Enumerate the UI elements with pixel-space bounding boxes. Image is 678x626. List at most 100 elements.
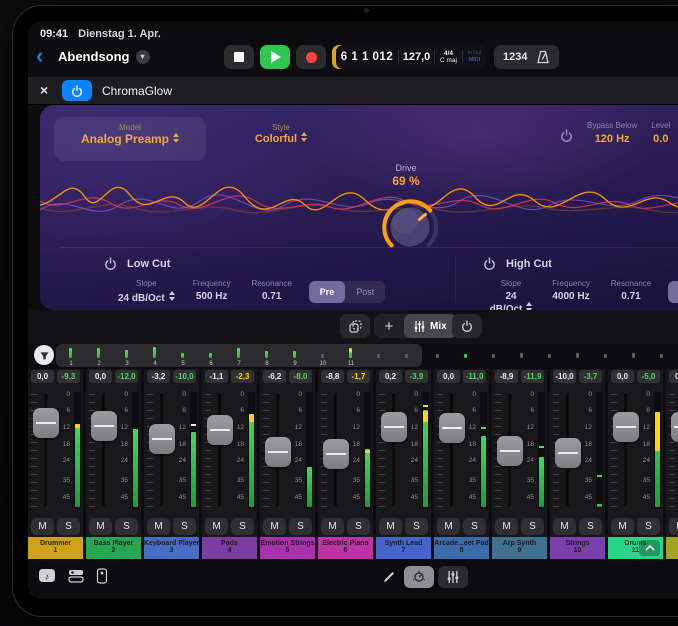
- solo-button[interactable]: S: [231, 518, 254, 535]
- low-cut-power-icon[interactable]: [104, 257, 117, 270]
- track-label[interactable]: Electric Piano 6: [318, 537, 373, 559]
- fader-handle[interactable]: [439, 413, 465, 443]
- overview-offscreen-tracks[interactable]: [432, 344, 678, 367]
- track-label[interactable]: Drums 11: [608, 537, 663, 559]
- fader-handle[interactable]: [497, 436, 523, 466]
- fader-handle[interactable]: [555, 438, 581, 468]
- volume-value[interactable]: 0,0: [611, 370, 634, 383]
- mute-button[interactable]: M: [89, 518, 112, 535]
- back-chevron-icon[interactable]: ‹: [36, 43, 43, 69]
- low-cut-pre-post-segment[interactable]: Pre Post: [309, 281, 386, 303]
- low-cut-frequency[interactable]: Frequency 500 Hz: [189, 279, 235, 302]
- level-control[interactable]: Level 0.0: [651, 121, 670, 145]
- low-cut-resonance[interactable]: Resonance 0.71: [249, 279, 295, 302]
- solo-button[interactable]: S: [173, 518, 196, 535]
- count-in-button[interactable]: 1234: [503, 51, 527, 63]
- peak-level-value[interactable]: -3,9: [405, 370, 428, 383]
- fader-handle[interactable]: [33, 408, 59, 438]
- volume-value[interactable]: 0,0: [437, 370, 460, 383]
- add-button[interactable]: +: [374, 318, 404, 335]
- peak-level-value[interactable]: -3,7: [579, 370, 602, 383]
- play-button[interactable]: [260, 45, 290, 69]
- solo-button[interactable]: S: [521, 518, 544, 535]
- peak-level-value[interactable]: -12,0: [115, 370, 138, 383]
- loop-browser-icon[interactable]: ♪: [38, 568, 56, 589]
- mixer-power-button[interactable]: [452, 314, 482, 338]
- chevron-down-icon[interactable]: ▾: [136, 50, 150, 64]
- fader-handle[interactable]: [381, 412, 407, 442]
- volume-value[interactable]: -8,9: [495, 370, 518, 383]
- peak-level-value[interactable]: -8,0: [289, 370, 312, 383]
- fader-handle[interactable]: [323, 439, 349, 469]
- track-label[interactable]: Chorus V 12: [666, 537, 678, 559]
- fader-handle[interactable]: [207, 415, 233, 445]
- close-icon[interactable]: ×: [40, 82, 48, 98]
- high-cut-power-icon[interactable]: [483, 257, 496, 270]
- project-title[interactable]: Abendsong ▾: [58, 49, 150, 64]
- mute-button[interactable]: M: [147, 518, 170, 535]
- mute-button[interactable]: M: [553, 518, 576, 535]
- collapse-chevron-button[interactable]: [639, 540, 660, 556]
- drive-knob[interactable]: [374, 195, 446, 263]
- solo-button[interactable]: S: [289, 518, 312, 535]
- mute-button[interactable]: M: [495, 518, 518, 535]
- track-label[interactable]: Pads 4: [202, 537, 257, 559]
- track-label[interactable]: Emotion Strings 5: [260, 537, 315, 559]
- peak-level-value[interactable]: -2,3: [231, 370, 254, 383]
- peak-level-value[interactable]: -5,0: [637, 370, 660, 383]
- plugin-tiles-icon[interactable]: [68, 568, 84, 589]
- channel-controls-button[interactable]: [404, 566, 434, 588]
- track-label[interactable]: Keyboard Player 3: [144, 537, 199, 559]
- model-selector[interactable]: Model Analog Preamp: [54, 117, 206, 161]
- pre-option[interactable]: Pre: [668, 281, 678, 303]
- peak-level-value[interactable]: -11,9: [521, 370, 544, 383]
- mute-button[interactable]: M: [379, 518, 402, 535]
- solo-button[interactable]: S: [579, 518, 602, 535]
- volume-value[interactable]: 0,0: [31, 370, 54, 383]
- peak-level-value[interactable]: -9,3: [57, 370, 80, 383]
- volume-value[interactable]: -1,1: [205, 370, 228, 383]
- track-label[interactable]: Arcade...eet Pad 8: [434, 537, 489, 559]
- overview-visible-window[interactable]: 1234567891011: [56, 344, 422, 367]
- track-label[interactable]: Arp Synth 9: [492, 537, 547, 559]
- stop-button[interactable]: [224, 45, 254, 69]
- record-button[interactable]: [296, 45, 326, 69]
- solo-button[interactable]: S: [463, 518, 486, 535]
- track-label[interactable]: Drummer 1: [28, 537, 83, 559]
- volume-value[interactable]: -3,2: [147, 370, 170, 383]
- peak-level-value[interactable]: -10,0: [173, 370, 196, 383]
- high-cut-slope[interactable]: Slope 24 dB/Oct: [488, 279, 534, 310]
- high-cut-resonance[interactable]: Resonance 0.71: [608, 279, 654, 302]
- mute-button[interactable]: M: [263, 518, 286, 535]
- volume-value[interactable]: 0,0: [89, 370, 112, 383]
- high-cut-frequency[interactable]: Frequency 4000 Hz: [548, 279, 594, 302]
- peak-level-value[interactable]: -1,7: [347, 370, 370, 383]
- fader-handle[interactable]: [265, 437, 291, 467]
- peak-level-value[interactable]: -11,0: [463, 370, 486, 383]
- solo-button[interactable]: S: [57, 518, 80, 535]
- track-label[interactable]: Bass Player 2: [86, 537, 141, 559]
- mix-button[interactable]: Mix: [404, 314, 457, 338]
- bypass-power-icon[interactable]: [560, 129, 573, 142]
- mute-button[interactable]: M: [205, 518, 228, 535]
- metronome-icon[interactable]: [536, 50, 550, 64]
- fader-handle[interactable]: [91, 411, 117, 441]
- pre-option[interactable]: Pre: [309, 281, 346, 303]
- mute-button[interactable]: M: [321, 518, 344, 535]
- fader-handle[interactable]: [671, 412, 678, 442]
- pencil-icon[interactable]: [382, 570, 396, 589]
- post-option[interactable]: Post: [345, 281, 385, 303]
- fader-handle[interactable]: [613, 412, 639, 442]
- volume-value[interactable]: -10,0: [553, 370, 576, 383]
- mute-button[interactable]: M: [437, 518, 460, 535]
- fader-strip-icon[interactable]: [96, 568, 108, 589]
- filter-button[interactable]: [34, 345, 54, 365]
- fader-handle[interactable]: [149, 424, 175, 454]
- volume-value[interactable]: -8,8: [321, 370, 344, 383]
- track-label[interactable]: Strings 10: [550, 537, 605, 559]
- volume-value[interactable]: 0,2: [379, 370, 402, 383]
- mixer-view-button[interactable]: [438, 566, 468, 588]
- volume-value[interactable]: 0,0: [669, 370, 678, 383]
- mute-button[interactable]: M: [31, 518, 54, 535]
- track-label[interactable]: Synth Lead 7: [376, 537, 431, 559]
